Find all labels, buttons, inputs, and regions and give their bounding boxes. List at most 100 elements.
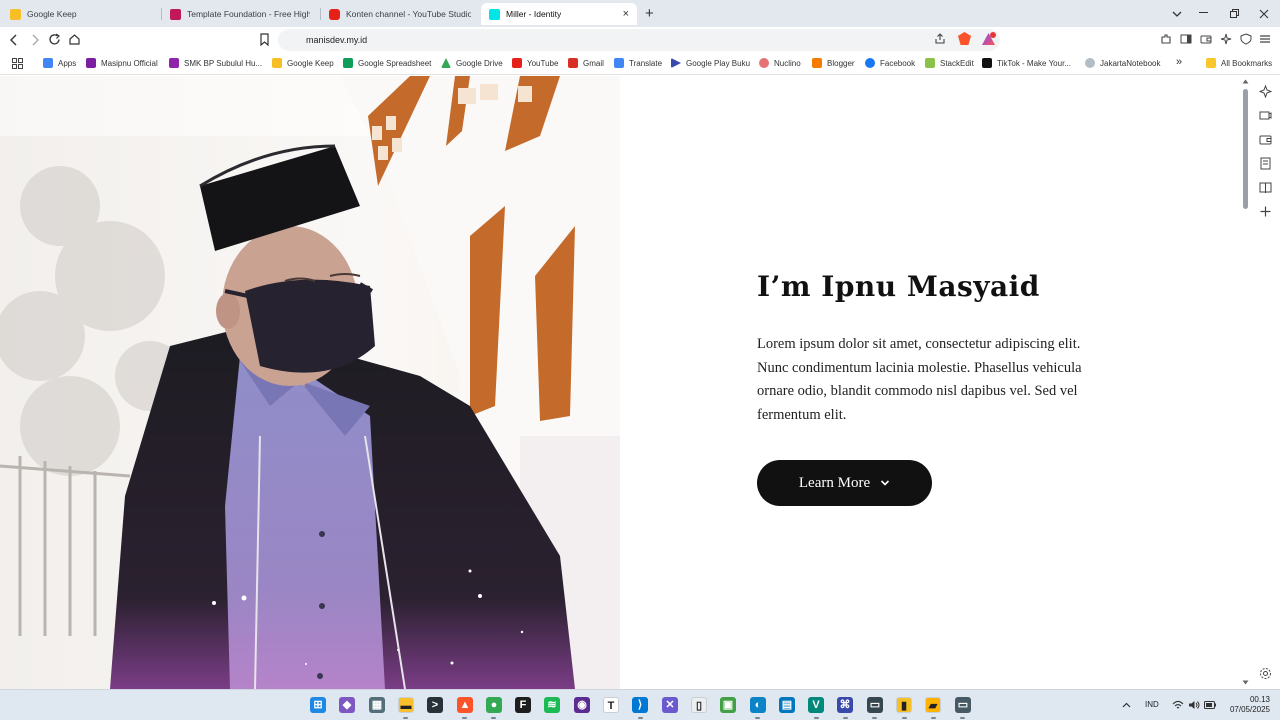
taskbar-file-explorer-icon[interactable]: ▬ <box>398 697 414 713</box>
url-text[interactable]: manisdev.my.id <box>306 35 367 45</box>
restore-icon[interactable] <box>1230 9 1240 19</box>
masipnu-icon <box>86 58 96 68</box>
bookmark-smk-bp[interactable]: SMK BP Subulul Hu... <box>169 58 262 68</box>
taskbar-keep-app-icon[interactable]: ▮ <box>896 697 912 713</box>
bookmark-google-play-buku[interactable]: Google Play Buku <box>671 58 750 68</box>
bookmark-label: Translate <box>629 58 663 68</box>
taskbar-visual-studio-icon[interactable]: V <box>808 697 824 713</box>
tray-chevron-up-icon[interactable] <box>1122 702 1131 708</box>
clock-date: 07/05/2025 <box>1229 705 1270 714</box>
taskbar-monitor-app-icon[interactable]: ▭ <box>955 697 971 713</box>
reading-list-icon[interactable] <box>1259 181 1272 194</box>
home-icon[interactable] <box>68 33 81 46</box>
app-grid-icon[interactable] <box>12 58 23 69</box>
page-scrollbar-thumb[interactable] <box>1243 89 1248 209</box>
address-bar[interactable] <box>278 29 1000 51</box>
bookmark-tiktok[interactable]: TikTok - Make Your... <box>982 58 1071 68</box>
bookmark-label: TikTok - Make Your... <box>997 58 1071 68</box>
bookmark-translate[interactable]: Translate <box>614 58 662 68</box>
volume-icon[interactable] <box>1188 700 1200 710</box>
leo-ai-icon[interactable] <box>1259 85 1272 98</box>
playlist-icon[interactable] <box>1259 109 1272 122</box>
taskbar-typora-icon[interactable]: T <box>603 697 619 713</box>
share-icon[interactable] <box>934 33 946 45</box>
taskbar-edge-icon[interactable]: ◐ <box>750 697 766 713</box>
wifi-icon[interactable] <box>1172 700 1184 710</box>
reload-icon[interactable] <box>48 33 61 46</box>
bookmark-google-drive[interactable]: Google Drive <box>441 58 503 68</box>
system-clock[interactable]: 00.13 07/05/2025 <box>1224 695 1270 715</box>
bookmark-google-keep[interactable]: Google Keep <box>272 58 334 68</box>
wallet-icon[interactable] <box>1200 33 1212 45</box>
bookmark-label: SMK BP Subulul Hu... <box>184 58 263 68</box>
tab-google-keep[interactable]: Google Keep <box>2 3 160 25</box>
scroll-down-icon[interactable] <box>1242 680 1249 685</box>
back-icon[interactable] <box>9 34 19 46</box>
bookmark-masipnu-official[interactable]: Masipnu Official <box>86 58 158 68</box>
taskbar-vscode-icon[interactable]: ⟩ <box>632 697 648 713</box>
taskbar-calculator-icon[interactable]: ▦ <box>369 697 385 713</box>
tab-miller-identity[interactable]: Miller - Identity × <box>481 3 637 25</box>
taskbar-start-icon[interactable]: ⊞ <box>310 697 326 713</box>
battery-icon[interactable] <box>1204 701 1216 709</box>
wallet-icon[interactable] <box>1259 133 1272 146</box>
sidebar-settings-icon[interactable] <box>1259 667 1272 680</box>
bookmark-label: Google Play Buku <box>686 58 751 68</box>
vpn-shield-icon[interactable] <box>1240 33 1252 45</box>
tab-template-foundation[interactable]: Template Foundation - Free High Q <box>162 3 318 25</box>
bookmark-apps[interactable]: Apps <box>43 58 76 68</box>
taskbar-running-indicator <box>491 717 496 719</box>
taskbar-copilot-icon[interactable]: ◆ <box>339 697 355 713</box>
translate-icon <box>614 58 624 68</box>
youtube-icon <box>329 8 340 20</box>
taskbar-network-tool-icon[interactable]: ⌘ <box>837 697 853 713</box>
taskbar-capcut-icon[interactable]: ✕ <box>662 697 678 713</box>
folder-icon <box>1206 58 1216 68</box>
hero-content: I’m Ipnu Masyaid Lorem ipsum dolor sit a… <box>757 270 1097 506</box>
tab-youtube-studio[interactable]: Konten channel - YouTube Studio <box>321 3 479 25</box>
taskbar-recorder-icon[interactable]: ▭ <box>867 697 883 713</box>
bookmark-page-icon[interactable] <box>259 33 270 46</box>
bookmark-youtube[interactable]: YouTube <box>512 58 558 68</box>
scroll-up-icon[interactable] <box>1242 79 1249 84</box>
bookmark-gmail[interactable]: Gmail <box>568 58 604 68</box>
taskbar-brave-icon[interactable]: ▲ <box>457 697 473 713</box>
bookmark-google-spreadsheet[interactable]: Google Spreadsheet <box>343 58 431 68</box>
taskbar-figma-icon[interactable]: F <box>515 697 531 713</box>
taskbar-remote-icon[interactable]: ▤ <box>779 697 795 713</box>
taskbar-github-icon[interactable]: ◉ <box>574 697 590 713</box>
bookmarks-panel-icon[interactable] <box>1259 157 1272 170</box>
tab-search-chevron-icon[interactable] <box>1172 9 1182 19</box>
taskbar-terminal-icon[interactable]: > <box>427 697 443 713</box>
all-bookmarks-folder[interactable]: All Bookmarks <box>1206 58 1272 68</box>
bookmark-facebook[interactable]: Facebook <box>865 58 915 68</box>
leo-ai-icon[interactable] <box>1220 33 1232 45</box>
bookmark-stackedit[interactable]: StackEdit <box>925 58 974 68</box>
bookmark-label: Masipnu Official <box>101 58 158 68</box>
taskbar-screen-tool-icon[interactable]: ▣ <box>720 697 736 713</box>
language-indicator[interactable]: IND <box>1145 700 1159 709</box>
blogger-icon <box>812 58 822 68</box>
add-sidebar-item-icon[interactable] <box>1259 205 1272 218</box>
taskbar-notepad-icon[interactable]: ▯ <box>691 697 707 713</box>
sidebar-toggle-icon[interactable] <box>1180 33 1192 45</box>
bookmark-nuclino[interactable]: Nuclino <box>759 58 801 68</box>
close-tab-icon[interactable]: × <box>623 8 629 20</box>
menu-icon[interactable] <box>1259 33 1271 45</box>
taskbar-spotify-icon[interactable]: ≋ <box>544 697 560 713</box>
taskbar-chrome-icon[interactable]: ● <box>486 697 502 713</box>
taskbar-sticky-notes-icon[interactable]: ▰ <box>925 697 941 713</box>
bookmark-blogger[interactable]: Blogger <box>812 58 855 68</box>
facebook-icon <box>865 58 875 68</box>
learn-more-button[interactable]: Learn More <box>757 460 932 506</box>
bookmarks-overflow-icon[interactable]: » <box>1176 56 1182 68</box>
forward-icon[interactable] <box>30 34 40 46</box>
extensions-icon[interactable] <box>1160 33 1172 45</box>
tiktok-icon <box>982 58 992 68</box>
new-tab-button[interactable]: + <box>645 5 654 22</box>
bookmark-jakartanotebook[interactable]: JakartaNotebook <box>1085 58 1160 68</box>
tab-label: Konten channel - YouTube Studio <box>346 9 471 19</box>
hero-title: I’m Ipnu Masyaid <box>757 270 1040 303</box>
minimize-icon[interactable] <box>1199 12 1209 14</box>
close-window-icon[interactable] <box>1259 9 1269 19</box>
